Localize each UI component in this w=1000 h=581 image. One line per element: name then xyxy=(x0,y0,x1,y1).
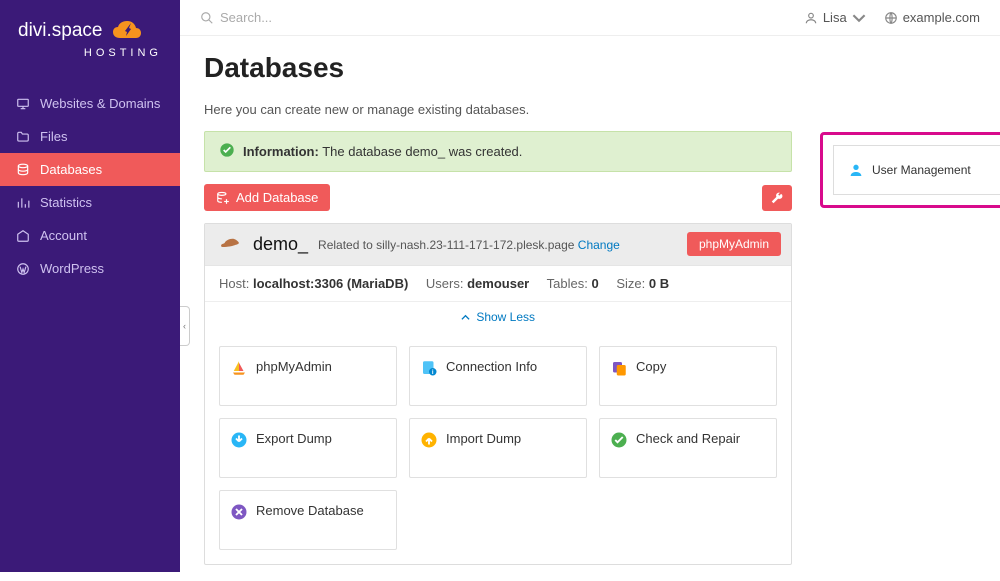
tile-check-repair[interactable]: Check and Repair xyxy=(599,418,777,478)
tables-label: Tables: xyxy=(547,276,588,291)
brand-sub: HOSTING xyxy=(18,48,162,59)
topbar: Search... Lisa example.com xyxy=(180,0,1000,36)
size-label: Size: xyxy=(616,276,645,291)
sidebar-item-label: Databases xyxy=(40,162,102,177)
sidebar-item-databases[interactable]: Databases xyxy=(0,153,180,186)
tile-label: Export Dump xyxy=(256,431,332,446)
tile-connection-info[interactable]: i Connection Info xyxy=(409,346,587,406)
sidebar-item-label: Websites & Domains xyxy=(40,96,160,111)
content: Databases Here you can create new or man… xyxy=(180,36,1000,581)
domain-text: example.com xyxy=(903,10,980,25)
wrench-icon xyxy=(770,191,784,205)
show-less-toggle[interactable]: Show Less xyxy=(205,301,791,332)
tile-label: Check and Repair xyxy=(636,431,740,446)
user-name: Lisa xyxy=(823,10,847,25)
sidebar-item-label: WordPress xyxy=(40,261,104,276)
user-management-highlight: User Management xyxy=(820,132,1000,208)
sidebar-item-label: Account xyxy=(40,228,87,243)
chevron-up-icon xyxy=(461,313,470,322)
sailboat-icon xyxy=(230,359,248,377)
sidebar-item-label: Statistics xyxy=(40,195,92,210)
toolbar: Add Database xyxy=(204,184,792,211)
user-management-button[interactable]: User Management xyxy=(833,145,1000,195)
page-intro: Here you can create new or manage existi… xyxy=(204,102,976,117)
monitor-icon xyxy=(16,97,30,111)
user-menu[interactable]: Lisa xyxy=(804,10,866,25)
sidebar-item-websites[interactable]: Websites & Domains xyxy=(0,87,180,120)
info-text: The database demo_ was created. xyxy=(322,144,522,159)
tools-button[interactable] xyxy=(762,185,792,211)
check-circle-icon xyxy=(610,431,628,449)
search-placeholder: Search... xyxy=(220,10,272,25)
copy-icon xyxy=(610,359,628,377)
db-meta: Host: localhost:3306 (MariaDB) Users: de… xyxy=(205,265,791,301)
db-related-prefix: Related to xyxy=(318,238,376,252)
remove-icon xyxy=(230,503,248,521)
tile-export-dump[interactable]: Export Dump xyxy=(219,418,397,478)
account-icon xyxy=(16,229,30,243)
seal-icon xyxy=(219,235,243,254)
db-related-site: silly-nash.23-111-171-172.plesk.page xyxy=(376,238,574,252)
size-value: 0 B xyxy=(649,276,669,291)
host-label: Host: xyxy=(219,276,249,291)
tile-label: Copy xyxy=(636,359,666,374)
user-management-label: User Management xyxy=(872,163,971,177)
page-title: Databases xyxy=(204,52,976,84)
tiles: phpMyAdmin i Connection Info Copy Export… xyxy=(205,332,791,564)
wordpress-icon xyxy=(16,262,30,276)
database-card: demo_ Related to silly-nash.23-111-171-1… xyxy=(204,223,792,565)
tile-label: Import Dump xyxy=(446,431,521,446)
sidebar-item-account[interactable]: Account xyxy=(0,219,180,252)
logo-cloud-icon xyxy=(112,20,142,46)
user-icon xyxy=(804,11,818,25)
tile-import-dump[interactable]: Import Dump xyxy=(409,418,587,478)
db-header: demo_ Related to silly-nash.23-111-171-1… xyxy=(205,224,791,265)
show-less-label: Show Less xyxy=(476,310,535,324)
db-related: Related to silly-nash.23-111-171-172.ple… xyxy=(318,238,620,252)
globe-icon xyxy=(884,11,898,25)
db-name: demo_ xyxy=(253,234,308,255)
brand-top: divi.space xyxy=(18,20,103,41)
info-label: Information: xyxy=(243,144,319,159)
tile-copy[interactable]: Copy xyxy=(599,346,777,406)
export-icon xyxy=(230,431,248,449)
folder-icon xyxy=(16,130,30,144)
domain-link[interactable]: example.com xyxy=(884,10,980,25)
sidebar-item-label: Files xyxy=(40,129,67,144)
tile-phpmyadmin[interactable]: phpMyAdmin xyxy=(219,346,397,406)
tile-label: phpMyAdmin xyxy=(256,359,332,374)
import-icon xyxy=(420,431,438,449)
host-value: localhost:3306 (MariaDB) xyxy=(253,276,408,291)
users-value: demouser xyxy=(467,276,529,291)
user-icon xyxy=(848,162,864,178)
phpmyadmin-button[interactable]: phpMyAdmin xyxy=(687,232,781,256)
chart-icon xyxy=(16,196,30,210)
sidebar-item-files[interactable]: Files xyxy=(0,120,180,153)
tables-value: 0 xyxy=(591,276,598,291)
info-banner: Information: The database demo_ was crea… xyxy=(204,131,792,172)
search-icon xyxy=(200,11,214,25)
tile-remove-database[interactable]: Remove Database xyxy=(219,490,397,550)
database-icon xyxy=(16,163,30,177)
sidebar-item-statistics[interactable]: Statistics xyxy=(0,186,180,219)
main: Search... Lisa example.com Databases Her… xyxy=(180,0,1000,572)
sidebar-item-wordpress[interactable]: WordPress xyxy=(0,252,180,285)
page-info-icon: i xyxy=(420,359,438,377)
add-database-label: Add Database xyxy=(236,190,318,205)
db-change-link[interactable]: Change xyxy=(578,238,620,252)
users-label: Users: xyxy=(426,276,464,291)
add-database-button[interactable]: Add Database xyxy=(204,184,330,211)
chevron-down-icon xyxy=(852,11,866,25)
database-plus-icon xyxy=(216,191,230,205)
tile-label: Connection Info xyxy=(446,359,537,374)
check-icon xyxy=(219,142,235,161)
logo: divi.space HOSTING xyxy=(0,0,180,87)
search-input[interactable]: Search... xyxy=(200,10,804,25)
sidebar: divi.space HOSTING Websites & Domains Fi… xyxy=(0,0,180,572)
tile-label: Remove Database xyxy=(256,503,364,518)
